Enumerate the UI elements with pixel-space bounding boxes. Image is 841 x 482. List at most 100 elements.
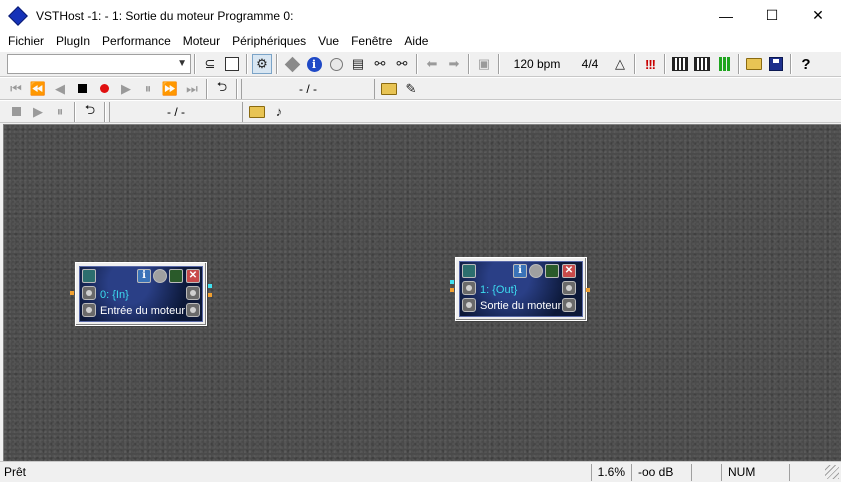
separator (104, 101, 106, 122)
menu-performance[interactable]: Performance (96, 31, 177, 51)
menu-vue[interactable]: Vue (312, 31, 345, 51)
rewind-icon[interactable]: ⏪ (28, 79, 48, 99)
bpm-field[interactable]: 120 bpm (503, 57, 571, 71)
edit-icon[interactable] (462, 264, 476, 278)
skip-start-icon[interactable]: ⏮ (6, 79, 26, 99)
metronome-icon[interactable]: △ (610, 54, 630, 74)
plugin-engine-input[interactable]: i ✕ 0: {In} Entrée du moteur (70, 262, 212, 326)
info-icon[interactable]: i (513, 264, 527, 278)
separator (236, 78, 238, 99)
player-toolbar: ▶ ⏸ ⮌ - / - ♪ (0, 100, 841, 123)
title-bar: VSTHost -1: - 1: Sortie du moteur Progra… (0, 0, 841, 31)
menu-aide[interactable]: Aide (398, 31, 434, 51)
open-folder-icon[interactable] (379, 79, 399, 99)
resize-grip-icon[interactable] (825, 465, 839, 479)
stop-icon[interactable] (6, 102, 26, 122)
close-icon[interactable]: ✕ (186, 269, 200, 283)
bypass-icon[interactable] (153, 269, 167, 283)
record-icon[interactable] (94, 79, 114, 99)
status-text: Prêt (4, 465, 27, 479)
program-icon[interactable] (545, 264, 559, 278)
info-icon[interactable]: i (137, 269, 151, 283)
engine-icon[interactable]: ⚙ (252, 54, 272, 74)
keyboard-icon[interactable] (670, 54, 690, 74)
time-signature-field[interactable]: 4/4 (571, 57, 609, 71)
step-back-icon[interactable]: ◀ (50, 79, 70, 99)
menu-fichier[interactable]: Fichier (2, 31, 50, 51)
input-pin[interactable] (450, 280, 454, 284)
help-icon[interactable]: ? (796, 54, 816, 74)
loop-icon[interactable]: ⮌ (212, 79, 232, 99)
skip-end-icon[interactable]: ⏭ (182, 79, 202, 99)
diamond-icon[interactable] (282, 54, 302, 74)
plugin-select[interactable]: ▼ (7, 54, 191, 74)
chain-link-icon[interactable]: ⚯ (370, 54, 390, 74)
fast-forward-icon[interactable]: ⏩ (160, 79, 180, 99)
pause-icon[interactable]: ⏸ (50, 102, 70, 122)
menu-fenetre[interactable]: Fenêtre (345, 31, 398, 51)
separator (790, 54, 792, 74)
output-pin[interactable] (586, 288, 590, 292)
knob-icon[interactable] (462, 298, 476, 312)
knob-icon[interactable] (186, 286, 200, 300)
minimize-button[interactable]: — (703, 0, 749, 31)
chain-link2-icon[interactable]: ⚯ (392, 54, 412, 74)
vu-meter-icon[interactable] (714, 54, 734, 74)
chain-icon[interactable]: ⊆ (200, 54, 220, 74)
patch-icon[interactable] (222, 54, 242, 74)
close-icon[interactable]: ✕ (562, 264, 576, 278)
num-lock-indicator: NUM (721, 463, 789, 481)
open-folder-icon[interactable] (247, 102, 267, 122)
open-folder-icon[interactable] (744, 54, 764, 74)
knob-icon[interactable] (82, 303, 96, 317)
save-icon[interactable] (766, 54, 786, 74)
program-icon[interactable]: ▤ (348, 54, 368, 74)
separator (664, 54, 666, 74)
info-icon[interactable]: i (304, 54, 324, 74)
maximize-button[interactable]: ☐ (749, 0, 795, 31)
bypass-icon[interactable] (326, 54, 346, 74)
play-icon[interactable]: ▶ (116, 79, 136, 99)
loop-icon[interactable]: ⮌ (80, 102, 100, 122)
separator (634, 54, 636, 74)
separator (246, 54, 248, 74)
forward-arrow-icon[interactable]: ➡ (444, 54, 464, 74)
input-pin[interactable] (450, 288, 454, 292)
output-pin[interactable] (208, 293, 212, 297)
play-icon[interactable]: ▶ (28, 102, 48, 122)
window-controls: — ☐ ✕ (703, 0, 841, 31)
duplicate-icon[interactable]: ▣ (474, 54, 494, 74)
knob-icon[interactable] (562, 281, 576, 295)
midi-file-icon[interactable]: ♪ (269, 102, 289, 122)
menu-bar: Fichier PlugIn Performance Moteur Périph… (0, 31, 841, 51)
pause-icon[interactable]: ⏸ (138, 79, 158, 99)
knob-icon[interactable] (462, 281, 476, 295)
midi-panic-icon[interactable]: !!! (640, 54, 660, 74)
output-pin[interactable] (208, 284, 212, 288)
transport-toolbar: ⏮ ⏪ ◀ ▶ ⏸ ⏩ ⏭ ⮌ - / - ✎ (0, 77, 841, 100)
bypass-icon[interactable] (529, 264, 543, 278)
menu-moteur[interactable]: Moteur (177, 31, 226, 51)
position-field: - / - (241, 78, 375, 99)
stop-icon[interactable] (72, 79, 92, 99)
separator (206, 78, 208, 99)
menu-plugin[interactable]: PlugIn (50, 31, 96, 51)
plugin-label: Entrée du moteur (100, 305, 185, 317)
knob-icon[interactable] (562, 298, 576, 312)
plugin-id: 0: {In} (100, 289, 129, 301)
program-icon[interactable] (169, 269, 183, 283)
plugin-engine-output[interactable]: i ✕ 1: {Out} Sortie du moteur (450, 257, 590, 321)
separator (276, 54, 278, 74)
engine-canvas[interactable]: i ✕ 0: {In} Entrée du moteur i ✕ 1: {Out… (3, 124, 841, 461)
input-pin[interactable] (70, 291, 74, 295)
back-arrow-icon[interactable]: ⬅ (422, 54, 442, 74)
menu-peripheriques[interactable]: Périphériques (226, 31, 312, 51)
knob-icon[interactable] (82, 286, 96, 300)
edit-icon[interactable] (82, 269, 96, 283)
record-file-icon[interactable]: ✎ (401, 79, 421, 99)
knob-icon[interactable] (186, 303, 200, 317)
plugin-label: Sortie du moteur (480, 300, 562, 312)
midi-icon[interactable] (692, 54, 712, 74)
close-button[interactable]: ✕ (795, 0, 841, 31)
status-bar: Prêt 1.6% -oo dB NUM (0, 461, 841, 482)
